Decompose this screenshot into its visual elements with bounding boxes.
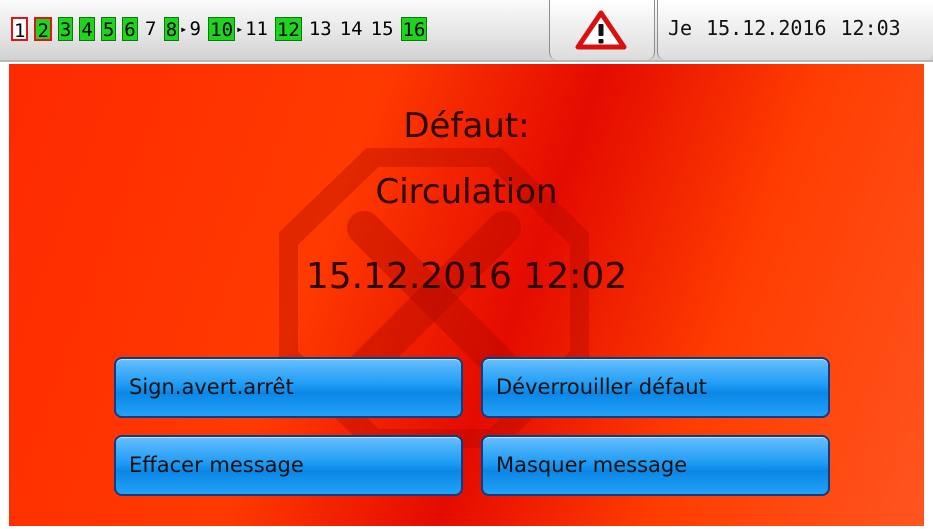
- output-14-label: 14: [339, 18, 363, 40]
- output-10-label: 10: [210, 19, 234, 41]
- time-label: 12:03: [840, 16, 901, 40]
- delete-message-button[interactable]: Effacer message: [114, 435, 463, 496]
- output-13[interactable]: 13: [308, 17, 333, 41]
- silence-alarm-button[interactable]: Sign.avert.arrêt: [114, 357, 463, 418]
- alarm-timestamp: 15.12.2016 12:02: [305, 256, 628, 297]
- alarm-name: Circulation: [375, 172, 558, 212]
- output-3[interactable]: 3: [57, 17, 74, 41]
- output-3-label: 3: [59, 19, 72, 41]
- alarm-panel: Défaut: Circulation 15.12.2016 12:02 Sig…: [9, 64, 924, 526]
- output-16-label: 16: [402, 19, 426, 41]
- weekday-label: Je: [668, 16, 693, 40]
- output-7[interactable]: 7: [144, 17, 158, 41]
- output-2-label: 2: [37, 20, 49, 42]
- output-15[interactable]: 15: [370, 17, 395, 41]
- output-status-list: 1 2 3 4 5 6 7 8 ▸ 9 10 ▸ 11 12 13 14 15 …: [11, 14, 433, 44]
- output-link-icon: ▸: [180, 22, 188, 36]
- output-5[interactable]: 5: [100, 17, 117, 41]
- output-12-label: 12: [276, 19, 300, 41]
- output-9[interactable]: 9: [188, 17, 202, 41]
- output-8[interactable]: 8: [163, 17, 180, 41]
- output-4-label: 4: [81, 19, 93, 41]
- output-8-label: 8: [165, 19, 178, 41]
- output-1[interactable]: 1: [11, 17, 29, 42]
- output-4[interactable]: 4: [79, 17, 95, 41]
- output-14[interactable]: 14: [339, 17, 364, 41]
- warning-tab[interactable]: [549, 0, 655, 60]
- output-9-label: 9: [189, 18, 201, 40]
- date-label: 15.12.2016: [706, 16, 827, 40]
- output-15-label: 15: [370, 18, 394, 40]
- output-12[interactable]: 12: [274, 17, 302, 41]
- output-13-label: 13: [308, 18, 332, 40]
- output-link-icon: ▸: [235, 22, 244, 36]
- warning-triangle-icon: [575, 10, 627, 50]
- alarm-title: Défaut:: [403, 106, 530, 146]
- date-time-display: Je 15.12.2016 12:03: [668, 16, 901, 40]
- output-1-label: 1: [14, 20, 26, 42]
- date-time-tab[interactable]: Je 15.12.2016 12:03: [657, 0, 933, 60]
- output-6[interactable]: 6: [122, 17, 138, 41]
- unlock-fault-button[interactable]: Déverrouiller défaut: [481, 357, 830, 418]
- output-16[interactable]: 16: [400, 17, 428, 41]
- status-bar: 1 2 3 4 5 6 7 8 ▸ 9 10 ▸ 11 12 13 14 15 …: [0, 0, 933, 62]
- output-11[interactable]: 11: [244, 17, 269, 41]
- output-5-label: 5: [102, 19, 115, 41]
- hide-message-button[interactable]: Masquer message: [481, 435, 830, 496]
- output-10[interactable]: 10: [208, 17, 236, 41]
- output-7-label: 7: [144, 18, 157, 40]
- output-6-label: 6: [124, 19, 136, 41]
- output-11-label: 11: [245, 18, 268, 40]
- output-2[interactable]: 2: [34, 17, 52, 42]
